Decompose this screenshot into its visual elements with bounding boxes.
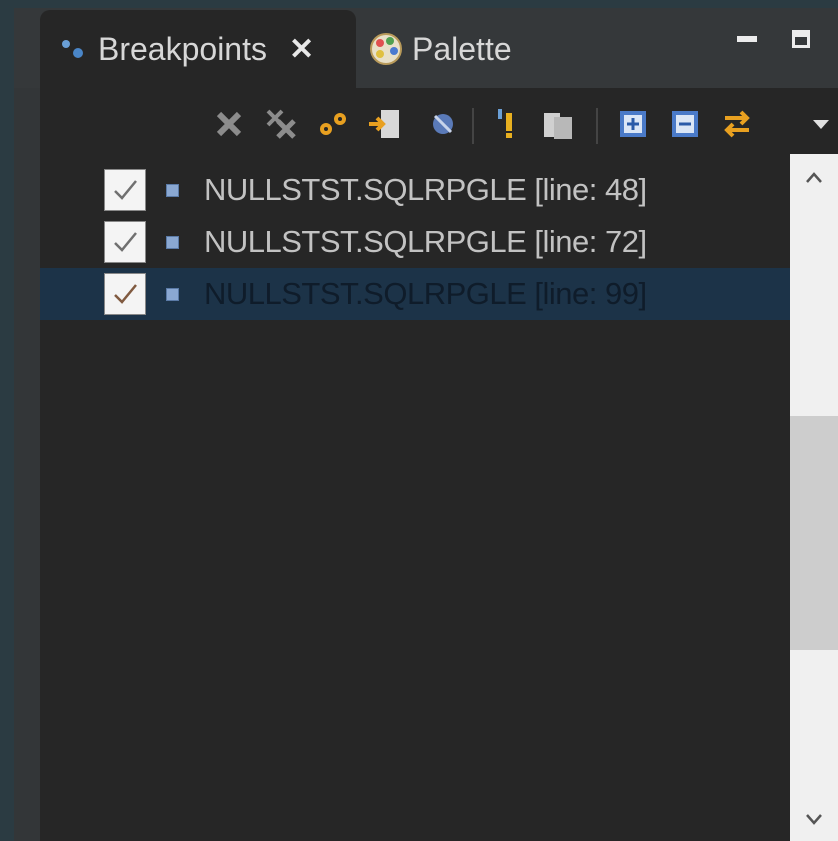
breakpoint-checkbox[interactable] (104, 221, 146, 263)
breakpoint-label: NULLSTST.SQLRPGLE [line: 99] (204, 276, 647, 311)
scroll-up-icon[interactable] (790, 156, 838, 200)
tab-label: Palette (412, 30, 512, 67)
collapse-all-icon[interactable] (666, 104, 704, 144)
breakpoints-toolbar (40, 88, 838, 164)
group-by-icon[interactable] (540, 104, 578, 144)
breakpoints-icon (58, 34, 88, 64)
breakpoint-row[interactable]: NULLSTST.SQLRPGLE [line: 72] (40, 216, 790, 268)
add-exception-breakpoint-icon[interactable] (488, 104, 526, 144)
remove-all-breakpoints-icon[interactable] (262, 104, 300, 144)
breakpoints-view: Breakpoints ✕ Palette NULLSTST.SQLRPGLE … (14, 8, 838, 841)
link-with-debug-view-icon[interactable] (718, 104, 756, 144)
breakpoints-list: NULLSTST.SQLRPGLE [line: 48] NULLSTST.SQ… (40, 164, 790, 841)
breakpoint-marker-icon (166, 235, 179, 249)
show-breakpoints-supported-icon[interactable] (314, 104, 352, 144)
breakpoint-checkbox[interactable] (104, 169, 146, 211)
tab-palette[interactable]: Palette (356, 10, 586, 88)
vertical-scrollbar[interactable] (790, 154, 838, 841)
expand-all-icon[interactable] (614, 104, 652, 144)
view-tab-bar: Breakpoints ✕ Palette (14, 8, 838, 88)
palette-icon (368, 31, 404, 67)
maximize-icon[interactable] (784, 24, 818, 54)
scroll-down-icon[interactable] (790, 797, 838, 841)
breakpoint-row[interactable]: NULLSTST.SQLRPGLE [line: 48] (40, 164, 790, 216)
tab-label: Breakpoints (98, 30, 267, 67)
minimize-icon[interactable] (730, 24, 764, 54)
breakpoint-label: NULLSTST.SQLRPGLE [line: 72] (204, 224, 647, 259)
breakpoint-checkbox[interactable] (104, 273, 146, 315)
toolbar-separator (472, 108, 474, 144)
scrollbar-thumb[interactable] (790, 416, 838, 650)
breakpoint-marker-icon (166, 287, 179, 301)
skip-all-breakpoints-icon[interactable] (424, 104, 462, 144)
remove-breakpoint-icon[interactable] (210, 104, 248, 144)
go-to-file-icon[interactable] (366, 104, 404, 144)
tab-breakpoints[interactable]: Breakpoints ✕ (40, 10, 356, 88)
close-icon[interactable]: ✕ (289, 32, 314, 67)
breakpoint-label: NULLSTST.SQLRPGLE [line: 48] (204, 172, 647, 207)
toolbar-separator (596, 108, 598, 144)
view-menu-icon[interactable] (802, 104, 838, 144)
breakpoint-row[interactable]: NULLSTST.SQLRPGLE [line: 99] (40, 268, 790, 320)
breakpoint-marker-icon (166, 183, 179, 197)
